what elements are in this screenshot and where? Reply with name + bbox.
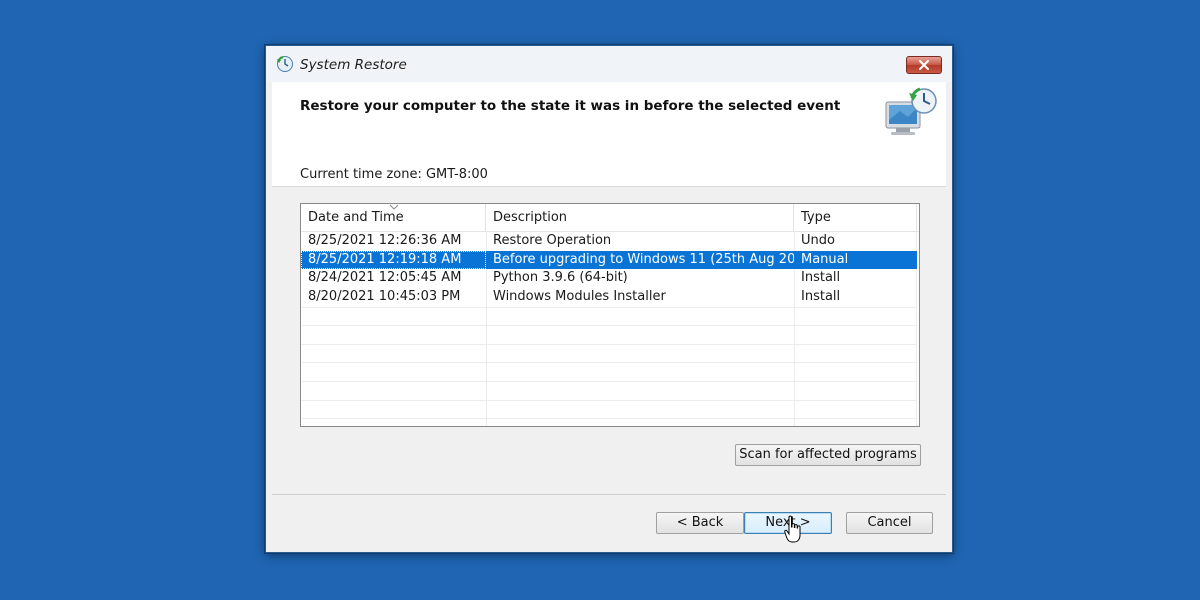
row-type: Undo [801,233,835,248]
row-divider [301,399,917,401]
table-header: Date and Time Description Type [301,204,919,232]
row-description: Windows Modules Installer [493,288,666,304]
table-row[interactable]: 8/25/2021 12:26:36 AM Restore Operation … [301,232,917,251]
table-row[interactable]: 8/20/2021 10:45:03 PM Windows Modules In… [301,288,917,307]
title-bar[interactable]: System Restore [266,46,952,82]
back-button[interactable]: < Back [656,512,744,534]
row-description: Before upgrading to Windows 11 (25th Aug… [493,251,794,267]
row-divider [301,306,917,308]
row-type: Install [801,288,841,304]
table-row[interactable]: 8/24/2021 12:05:45 AM Python 3.9.6 (64-b… [301,269,917,288]
row-divider [301,362,917,364]
footer-divider [272,494,946,495]
row-date: 8/25/2021 12:26:36 AM [308,233,462,248]
system-restore-small-icon [277,56,293,72]
column-header-type[interactable]: Type [794,204,917,231]
table-row-selected[interactable]: 8/25/2021 12:19:18 AM Before upgrading t… [301,250,917,270]
scan-affected-programs-button[interactable]: Scan for affected programs [735,444,921,466]
system-restore-dialog: System Restore Restore your computer to … [265,45,953,553]
row-description: Restore Operation [493,233,612,248]
restore-points-table[interactable]: Date and Time Description Type 8/25/2021… [300,203,920,427]
timezone-label: Current time zone: GMT-8:00 [300,167,488,182]
row-type: Manual [801,251,849,267]
row-date: 8/25/2021 12:19:18 AM [301,250,486,270]
page-title: Restore your computer to the state it wa… [300,98,841,114]
row-date: 8/20/2021 10:45:03 PM [308,288,461,304]
system-restore-icon [885,87,937,135]
window-title: System Restore [300,57,407,73]
close-icon [919,60,929,70]
row-type: Install [801,270,841,286]
row-divider [301,343,917,345]
row-divider [301,325,917,327]
row-date: 8/24/2021 12:05:45 AM [308,270,462,286]
row-description: Python 3.9.6 (64-bit) [493,270,628,286]
close-button[interactable] [906,56,942,74]
row-divider [301,380,917,382]
column-header-date[interactable]: Date and Time [301,204,486,231]
cancel-button[interactable]: Cancel [846,512,933,534]
hand-pointer-cursor-icon [784,515,801,543]
row-divider [301,418,917,420]
column-header-description[interactable]: Description [486,204,794,231]
